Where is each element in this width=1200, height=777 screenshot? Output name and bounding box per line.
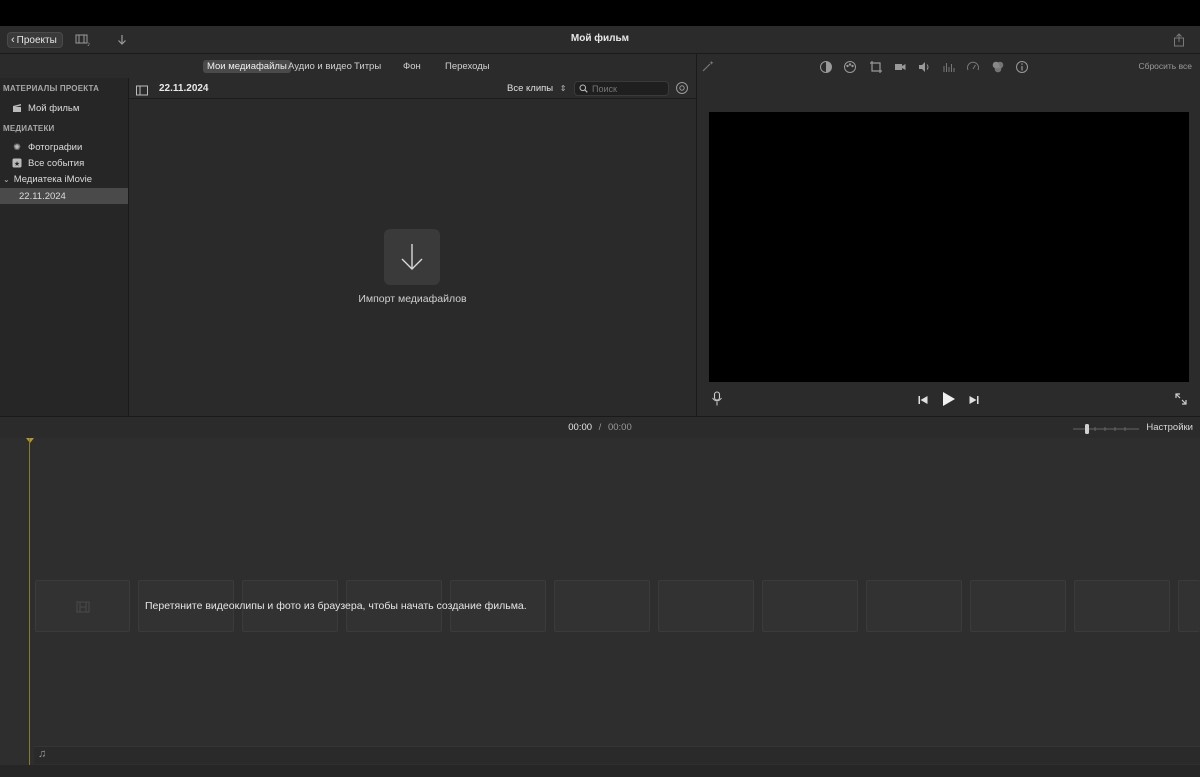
color-balance-icon[interactable] — [819, 60, 833, 74]
tab-backgrounds[interactable]: Фон — [399, 60, 425, 73]
fullscreen-icon[interactable] — [1174, 392, 1188, 406]
timeline-bottom-strip — [0, 765, 1200, 777]
sidebar-item-photos[interactable]: ✺ Фотографии — [0, 139, 128, 155]
share-icon[interactable] — [1172, 32, 1190, 48]
equalizer-icon[interactable] — [942, 60, 956, 74]
timeline[interactable]: Перетяните видеоклипы и фото из браузера… — [0, 438, 1200, 777]
color-correction-icon[interactable] — [843, 60, 857, 74]
updown-chevron-icon: ⇕ — [559, 84, 567, 93]
clips-filter-label: Все клипы — [507, 83, 554, 94]
sidebar-item-imovie-library[interactable]: ⌄ Медиатека iMovie — [0, 171, 128, 187]
crop-icon[interactable] — [869, 60, 883, 74]
tab-transitions[interactable]: Переходы — [441, 60, 494, 73]
microphone-icon[interactable] — [711, 391, 723, 407]
viewer-panel: ✦ Сбросить все — [696, 54, 1200, 416]
placeholder-slot — [554, 580, 650, 632]
search-placeholder: Поиск — [592, 83, 617, 94]
timecode-display: 00:00 / 00:00 — [0, 422, 1200, 433]
reset-all-button[interactable]: Сбросить все — [1138, 61, 1192, 71]
window-title: Мой фильм — [570, 33, 630, 44]
tab-titles[interactable]: Титры — [350, 60, 385, 73]
video-preview — [709, 112, 1189, 382]
star-icon: ★ — [12, 158, 22, 168]
sidebar-item-label: Фотографии — [28, 141, 83, 153]
sidebar-item-label: 22.11.2024 — [19, 190, 66, 202]
media-browser: 22.11.2024 Все клипы ⇕ Поиск Импорт меди… — [129, 78, 696, 416]
import-media-button[interactable] — [384, 229, 440, 285]
clips-filter-select[interactable]: Все клипы ⇕ — [507, 83, 566, 94]
download-arrow-icon — [401, 244, 423, 270]
sidebar-toggle-icon[interactable] — [136, 83, 148, 96]
speed-icon[interactable] — [966, 60, 980, 74]
sidebar-item-my-movie[interactable]: Мой фильм — [0, 100, 128, 116]
info-icon[interactable] — [1015, 60, 1029, 74]
playhead[interactable] — [29, 438, 30, 765]
import-media-label: Импорт медиафайлов — [358, 293, 467, 305]
placeholder-slot — [658, 580, 754, 632]
timeline-toolbar: 00:00 / 00:00 Настройки — [0, 416, 1200, 438]
event-date-title: 22.11.2024 — [159, 83, 209, 94]
skip-back-icon[interactable] — [917, 393, 929, 405]
search-input[interactable]: Поиск — [574, 81, 669, 96]
placeholder-slot — [1178, 580, 1200, 632]
menu-bar-area — [0, 0, 1200, 26]
placeholder-slot — [35, 580, 130, 632]
film-icon — [76, 601, 90, 613]
tab-audio-video[interactable]: Аудио и видео — [284, 60, 356, 73]
search-icon — [579, 84, 588, 93]
playhead-handle[interactable] — [26, 438, 34, 443]
total-time: 00:00 — [607, 422, 632, 433]
photos-icon: ✺ — [13, 141, 21, 152]
placeholder-slot — [866, 580, 962, 632]
media-tabs: Мои медиафайлы Аудио и видео Титры Фон П… — [0, 54, 696, 78]
music-note-icon: ♫ — [38, 748, 47, 760]
audio-lane[interactable]: ♫ — [34, 746, 1200, 764]
stabilization-icon[interactable] — [893, 60, 907, 74]
disclosure-chevron-icon[interactable]: ⌄ — [3, 175, 10, 184]
svg-text:★: ★ — [14, 160, 20, 168]
placeholder-slot — [1074, 580, 1170, 632]
clip-filter-icon[interactable] — [991, 60, 1005, 74]
library-sidebar: МАТЕРИАЛЫ ПРОЕКТА Мой фильм МЕДИАТЕКИ ✺ … — [0, 78, 129, 416]
libraries-header: МЕДИАТЕКИ — [3, 124, 55, 133]
volume-icon[interactable] — [917, 60, 931, 74]
tab-my-media[interactable]: Мои медиафайлы — [203, 60, 291, 73]
skip-forward-icon[interactable] — [968, 393, 980, 405]
sidebar-item-label: Медиатека iMovie — [13, 173, 92, 185]
clapper-icon — [12, 103, 22, 113]
sidebar-item-all-events[interactable]: ★ Все события — [0, 155, 128, 171]
timecode-separator: / — [598, 422, 602, 433]
sidebar-item-label: Мой фильм — [28, 102, 80, 114]
magic-wand-icon[interactable]: ✦ — [700, 60, 714, 74]
svg-text:✦: ✦ — [709, 60, 714, 67]
sidebar-item-event-date[interactable]: 22.11.2024 — [0, 188, 128, 204]
current-time: 00:00 — [568, 422, 593, 433]
sidebar-item-label: Все события — [28, 157, 85, 169]
drop-hint-text: Перетяните видеоклипы и фото из браузера… — [145, 600, 527, 612]
placeholder-slot — [762, 580, 858, 632]
title-bar: ‹ Проекты ♪ Мой фильм — [0, 26, 1200, 54]
timeline-settings-button[interactable]: Настройки — [1146, 422, 1193, 433]
browser-toolbar: 22.11.2024 Все клипы ⇕ Поиск — [129, 78, 696, 99]
zoom-slider[interactable] — [1073, 422, 1139, 434]
gear-icon[interactable] — [675, 81, 689, 95]
project-media-header: МАТЕРИАЛЫ ПРОЕКТА — [3, 84, 100, 93]
play-icon[interactable] — [942, 391, 956, 407]
placeholder-slot — [970, 580, 1066, 632]
